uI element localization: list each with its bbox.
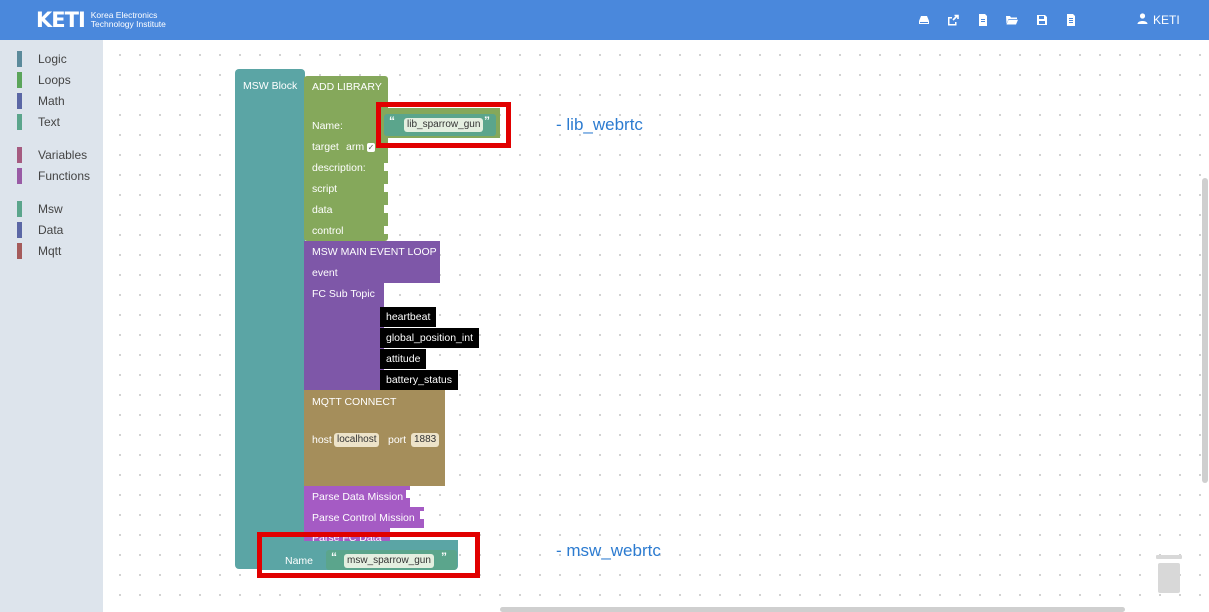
fc-topic-heartbeat[interactable]: heartbeat bbox=[380, 307, 437, 327]
description-label: description: bbox=[312, 162, 366, 174]
target-dropdown-chevron-icon[interactable]: ✓ bbox=[367, 143, 375, 152]
parse-data-socket-icon bbox=[406, 490, 412, 498]
category-color-bar bbox=[17, 51, 22, 67]
logo-subtitle: Korea Electronics Technology Institute bbox=[91, 11, 166, 29]
category-data[interactable]: Data bbox=[0, 220, 103, 240]
fc-topic-attitude[interactable]: attitude bbox=[380, 349, 427, 369]
main-event-loop-title: MSW MAIN EVENT LOOP bbox=[312, 246, 437, 258]
msw-name-highlight bbox=[257, 532, 480, 578]
category-label: Msw bbox=[38, 202, 63, 216]
name-label: Name: bbox=[312, 120, 343, 132]
fc-sub-topic-title: FC Sub Topic bbox=[312, 288, 375, 300]
export-file-icon[interactable] bbox=[1064, 13, 1078, 27]
target-label: target bbox=[312, 141, 339, 153]
vertical-scrollbar[interactable] bbox=[1202, 178, 1208, 483]
logo-line2: Technology Institute bbox=[90, 19, 166, 29]
port-label: port bbox=[388, 434, 407, 446]
category-mqtt[interactable]: Mqtt bbox=[0, 241, 103, 261]
category-color-bar bbox=[17, 243, 22, 259]
category-label: Data bbox=[38, 223, 64, 237]
share-icon[interactable] bbox=[946, 13, 960, 27]
category-loops[interactable]: Loops bbox=[0, 70, 103, 90]
user-menu[interactable]: KETI bbox=[1137, 12, 1180, 28]
category-label: Variables bbox=[38, 148, 88, 162]
parse-control-mission-label: Parse Control Mission bbox=[312, 512, 415, 524]
logo-mark: KETI bbox=[36, 8, 86, 32]
control-socket-icon bbox=[384, 226, 390, 234]
add-library-title: ADD LIBRARY bbox=[312, 81, 382, 93]
category-color-bar bbox=[17, 114, 22, 130]
trash-icon[interactable] bbox=[1155, 553, 1183, 595]
description-socket-icon bbox=[384, 163, 390, 171]
event-label: event bbox=[312, 267, 338, 279]
category-functions[interactable]: Functions bbox=[0, 166, 103, 186]
script-socket-icon bbox=[384, 184, 390, 192]
category-color-bar bbox=[17, 168, 22, 184]
category-color-bar bbox=[17, 72, 22, 88]
category-color-bar bbox=[17, 147, 22, 163]
category-label: Logic bbox=[38, 52, 67, 66]
category-logic[interactable]: Logic bbox=[0, 49, 103, 69]
category-color-bar bbox=[17, 93, 22, 109]
category-label: Text bbox=[38, 115, 61, 129]
category-label: Math bbox=[38, 94, 65, 108]
port-input[interactable]: 1883 bbox=[411, 433, 440, 447]
lib-annotation: - lib_webrtc bbox=[556, 115, 643, 134]
msw-block[interactable] bbox=[235, 69, 305, 569]
category-variables[interactable]: Variables bbox=[0, 145, 103, 165]
category-label: Mqtt bbox=[38, 244, 62, 258]
category-label: Loops bbox=[38, 73, 71, 87]
horizontal-scrollbar[interactable] bbox=[500, 607, 1125, 612]
category-text[interactable]: Text bbox=[0, 112, 103, 132]
host-input[interactable]: localhost bbox=[334, 433, 380, 447]
lib-name-highlight bbox=[376, 102, 511, 148]
top-bar: KETI Korea Electronics Technology Instit… bbox=[0, 0, 1209, 40]
data-socket-icon bbox=[384, 205, 390, 213]
target-value[interactable]: arm bbox=[346, 140, 364, 154]
parse-data-mission-label: Parse Data Mission bbox=[312, 491, 404, 503]
fc-topic-battery-status[interactable]: battery_status bbox=[380, 370, 458, 390]
save-icon[interactable] bbox=[1035, 13, 1049, 27]
keti-logo: KETI Korea Electronics Technology Instit… bbox=[36, 9, 166, 31]
msw-block-label: MSW Block bbox=[243, 80, 298, 92]
control-label: control bbox=[312, 225, 344, 237]
category-sidebar: Logic Loops Math Text Variables Function… bbox=[0, 40, 103, 612]
data-label: data bbox=[312, 204, 333, 216]
msw-annotation: - msw_webrtc bbox=[556, 541, 661, 560]
open-folder-icon[interactable] bbox=[1005, 13, 1019, 27]
user-icon bbox=[1137, 12, 1148, 28]
category-math[interactable]: Math bbox=[0, 91, 103, 111]
user-name: KETI bbox=[1153, 13, 1180, 27]
host-label: host bbox=[312, 434, 332, 446]
mqtt-connect-title: MQTT CONNECT bbox=[312, 396, 397, 408]
parse-control-socket-icon bbox=[420, 511, 426, 519]
category-msw[interactable]: Msw bbox=[0, 199, 103, 219]
category-color-bar bbox=[17, 201, 22, 217]
category-color-bar bbox=[17, 222, 22, 238]
category-label: Functions bbox=[38, 169, 91, 183]
fc-topic-global-position-int[interactable]: global_position_int bbox=[380, 328, 479, 348]
drive-icon[interactable] bbox=[917, 13, 931, 27]
new-file-icon[interactable] bbox=[976, 13, 990, 27]
script-label: script bbox=[312, 183, 338, 195]
